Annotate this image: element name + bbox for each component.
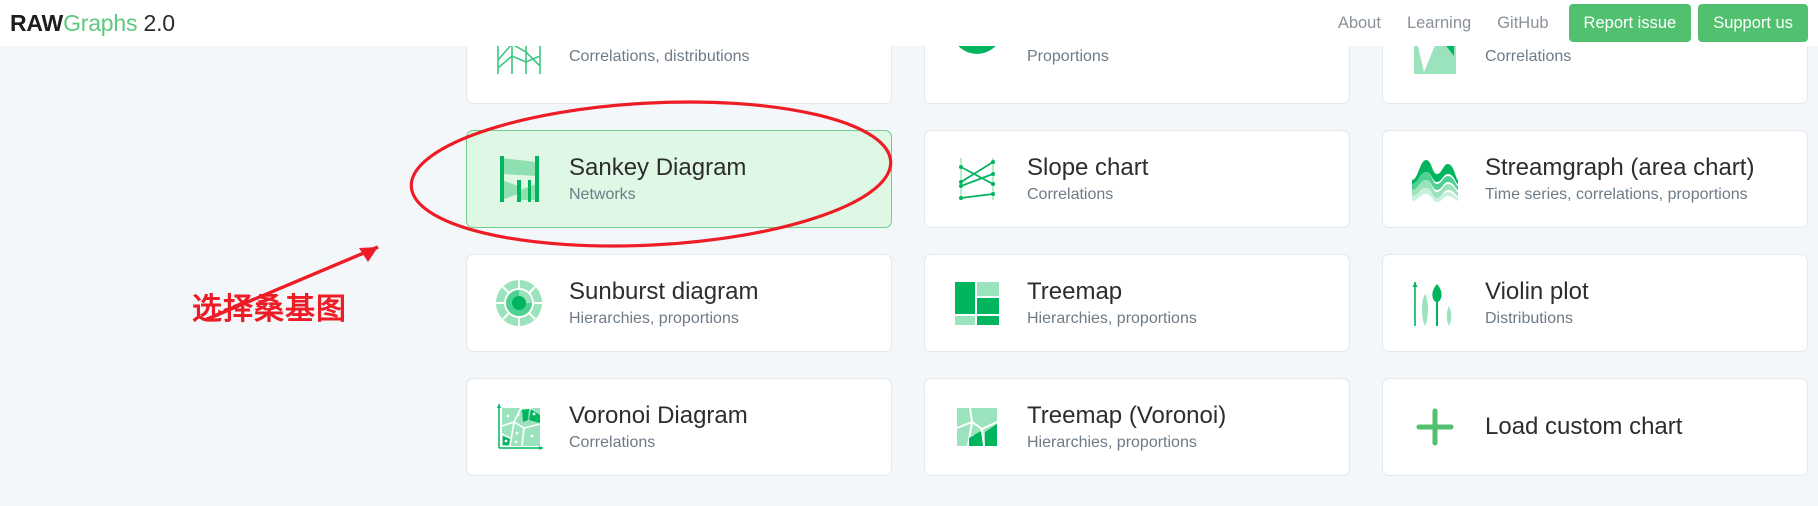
chart-card-subtitle: Hierarchies, proportions — [1027, 309, 1197, 327]
chart-card-subtitle: Proportions — [1027, 47, 1109, 65]
chart-card-subtitle: Correlations — [1485, 47, 1572, 65]
plus-icon — [1403, 395, 1467, 459]
chart-card-title: Treemap (Voronoi) — [1027, 402, 1227, 430]
chart-card-subtitle: Hierarchies, proportions — [1027, 433, 1197, 451]
chart-card-title: Sankey Diagram — [569, 154, 747, 182]
logo-version: 2.0 — [143, 9, 176, 36]
support-us-button[interactable]: Support us — [1698, 4, 1808, 42]
chart-card-sunburst-diagram[interactable]: Sunburst diagram Hierarchies, proportion… — [466, 254, 892, 352]
chart-card-line[interactable]: Correlations, distributions — [466, 46, 892, 104]
streamgraph-icon — [1403, 147, 1467, 211]
chart-card-slope-chart[interactable]: Slope chart Correlations — [924, 130, 1350, 228]
pie-arc-icon — [945, 46, 1009, 87]
app-header: RAWGraphs 2.0 About Learning GitHub Repo… — [0, 0, 1818, 46]
chart-card-grid: Correlations, distributions Proportions — [466, 46, 1818, 476]
chart-card-subtitle: Correlations, distributions — [569, 47, 750, 65]
chart-card-violin-plot[interactable]: Violin plot Distributions — [1382, 254, 1808, 352]
voronoi-icon — [487, 395, 551, 459]
chart-card-title: Treemap — [1027, 278, 1123, 306]
nav-link-about[interactable]: About — [1325, 0, 1394, 46]
chart-card-pie[interactable]: Proportions — [924, 46, 1350, 104]
treemap-voronoi-icon — [945, 395, 1009, 459]
chart-card-subtitle: Correlations — [569, 433, 656, 451]
chart-card-title: Streamgraph (area chart) — [1485, 154, 1755, 182]
sunburst-icon — [487, 271, 551, 335]
nav-link-github[interactable]: GitHub — [1484, 0, 1561, 46]
chart-card-subtitle: Distributions — [1485, 309, 1574, 327]
chart-card-text: Treemap (Voronoi) Hierarchies, proportio… — [1027, 402, 1226, 451]
chart-card-title: Violin plot — [1485, 278, 1589, 306]
chart-card-treemap[interactable]: Treemap Hierarchies, proportions — [924, 254, 1350, 352]
chart-card-load-custom[interactable]: Load custom chart — [1382, 378, 1808, 476]
violin-plot-icon — [1403, 271, 1467, 335]
app-logo[interactable]: RAWGraphs 2.0 — [10, 10, 175, 37]
chart-card-text: Proportions — [1027, 46, 1109, 66]
chart-card-text: Correlations, distributions — [569, 46, 750, 66]
chart-card-streamgraph[interactable]: Streamgraph (area chart) Time series, co… — [1382, 130, 1808, 228]
nav-link-learning[interactable]: Learning — [1394, 0, 1484, 46]
chart-card-subtitle: Networks — [569, 185, 636, 203]
treemap-icon — [945, 271, 1009, 335]
annotation-label: 选择桑基图 — [192, 292, 347, 327]
chart-card-text: Slope chart Correlations — [1027, 154, 1148, 203]
chart-card-title: Voronoi Diagram — [569, 402, 748, 430]
chart-card-subtitle: Correlations — [1027, 185, 1114, 203]
chart-card-text: Correlations — [1485, 46, 1571, 66]
chart-card-title: Sunburst diagram — [569, 278, 759, 306]
chart-card-subtitle: Hierarchies, proportions — [569, 309, 739, 327]
header-nav: About Learning GitHub Report issue Suppo… — [1325, 0, 1818, 46]
chart-card-treemap-voronoi[interactable]: Treemap (Voronoi) Hierarchies, proportio… — [924, 378, 1350, 476]
sankey-icon — [487, 147, 551, 211]
chart-card-text: Sunburst diagram Hierarchies, proportion… — [569, 278, 758, 327]
chart-card-title: Load custom chart — [1485, 412, 1683, 440]
chart-card-text: Sankey Diagram Networks — [569, 154, 746, 203]
chart-card-voronoi-diagram[interactable]: Voronoi Diagram Correlations — [466, 378, 892, 476]
report-issue-button[interactable]: Report issue — [1568, 4, 1692, 42]
chart-gallery: Correlations, distributions Proportions — [0, 46, 1818, 506]
area-polygon-icon — [1403, 46, 1467, 87]
chart-card-subtitle: Time series, correlations, proportions — [1485, 185, 1748, 203]
chart-card-text: Streamgraph (area chart) Time series, co… — [1485, 154, 1754, 203]
logo-raw: RAW — [10, 9, 64, 36]
chart-card-text: Violin plot Distributions — [1485, 278, 1589, 327]
logo-graphs: Graphs — [63, 9, 138, 36]
chart-card-title: Slope chart — [1027, 154, 1149, 182]
chart-card-text: Treemap Hierarchies, proportions — [1027, 278, 1197, 327]
slope-chart-icon — [945, 147, 1009, 211]
chart-card-sankey-diagram[interactable]: Sankey Diagram Networks — [466, 130, 892, 228]
chart-card-area-poly[interactable]: Correlations — [1382, 46, 1808, 104]
chart-card-text: Voronoi Diagram Correlations — [569, 402, 748, 451]
chart-card-text: Load custom chart — [1485, 413, 1682, 441]
line-chart-icon — [487, 46, 551, 87]
